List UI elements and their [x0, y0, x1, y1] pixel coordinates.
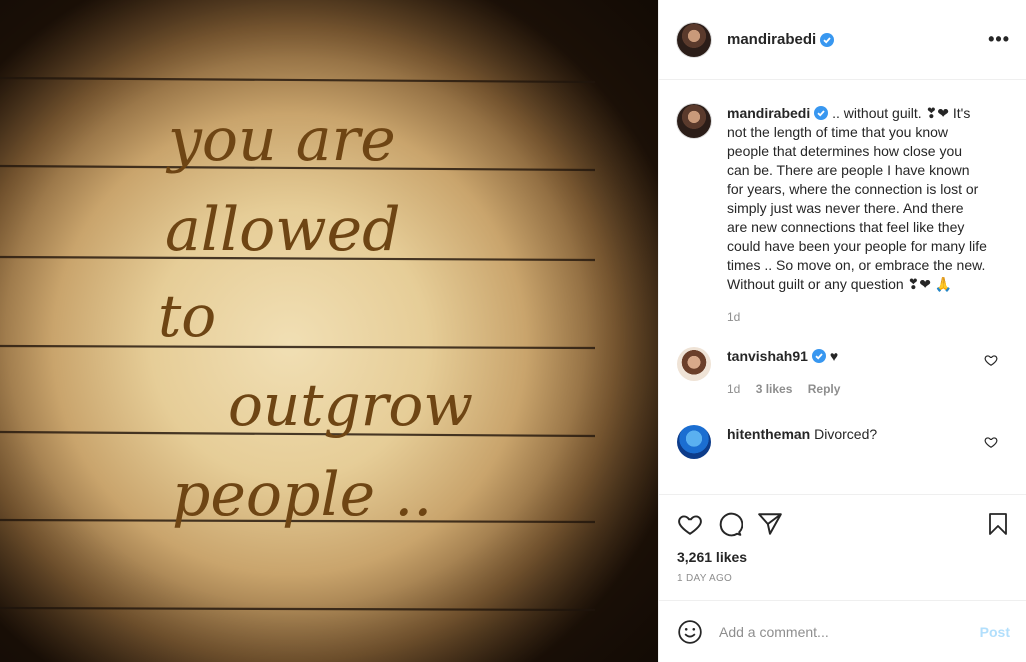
comment-time[interactable]: 1d	[727, 382, 740, 396]
commenter-avatar[interactable]	[677, 347, 711, 381]
emoji-icon[interactable]	[677, 619, 703, 645]
caption-time[interactable]: 1d	[727, 308, 987, 327]
post-date[interactable]: 1 DAY AGO	[659, 565, 1026, 584]
add-comment-bar: Add a comment... Post	[659, 600, 1026, 662]
verified-icon	[811, 349, 826, 363]
post-actions: 3,261 likes 1 DAY AGO	[659, 494, 1026, 584]
handwriting-line-2: allowed	[165, 195, 401, 265]
heart-icon[interactable]	[677, 511, 703, 537]
instagram-post-modal: you are allowed to outgrow people .. man…	[0, 0, 1026, 662]
comment-username[interactable]: tanvishah91	[727, 348, 808, 364]
handwriting-line-3: to	[158, 282, 216, 350]
caption-username[interactable]: mandirabedi	[727, 105, 810, 121]
post-header: mandirabedi •••	[659, 0, 1026, 80]
caption-avatar[interactable]	[677, 104, 711, 138]
author-username[interactable]: mandirabedi	[727, 31, 816, 48]
comment-item: tanvishah91 ♥ 1d 3 likes Reply	[659, 347, 1026, 399]
likes-count[interactable]: 3,261 likes	[659, 539, 1026, 565]
post-sidebar: mandirabedi ••• mandirabedi .. without g…	[658, 0, 1026, 662]
verified-icon	[820, 32, 835, 47]
notebook-lines: you are allowed to outgrow people ..	[0, 76, 596, 612]
share-icon[interactable]	[757, 511, 783, 537]
comment-text: Divorced?	[810, 426, 878, 442]
handwriting-line-1: you are	[165, 105, 396, 175]
handwriting-line-5: people ..	[172, 460, 432, 530]
comment-likes[interactable]: 3 likes	[756, 382, 793, 396]
comments-area[interactable]: mandirabedi .. without guilt. ❣❤ It's no…	[659, 80, 1026, 494]
post-button[interactable]: Post	[980, 624, 1010, 640]
comment-like-heart-icon[interactable]	[984, 353, 998, 367]
comment-input[interactable]: Add a comment...	[719, 624, 829, 640]
verified-icon	[814, 106, 829, 120]
comment-item: hitentheman Divorced?	[659, 425, 1026, 459]
comment-like-heart-icon[interactable]	[984, 435, 998, 449]
handwriting-line-4: outgrow	[228, 371, 473, 439]
comment-username[interactable]: hitentheman	[727, 426, 810, 442]
more-options-icon[interactable]: •••	[988, 29, 1010, 50]
author-avatar[interactable]	[677, 22, 711, 57]
post-image[interactable]: you are allowed to outgrow people ..	[0, 0, 658, 662]
commenter-avatar[interactable]	[677, 425, 711, 459]
comment-text: ♥	[825, 348, 839, 364]
bookmark-icon[interactable]	[986, 511, 1010, 537]
comment-icon[interactable]	[717, 511, 743, 537]
caption-text: .. without guilt. ❣❤ It's not the length…	[727, 105, 987, 292]
reply-button[interactable]: Reply	[808, 382, 841, 396]
caption: mandirabedi .. without guilt. ❣❤ It's no…	[659, 80, 1026, 327]
